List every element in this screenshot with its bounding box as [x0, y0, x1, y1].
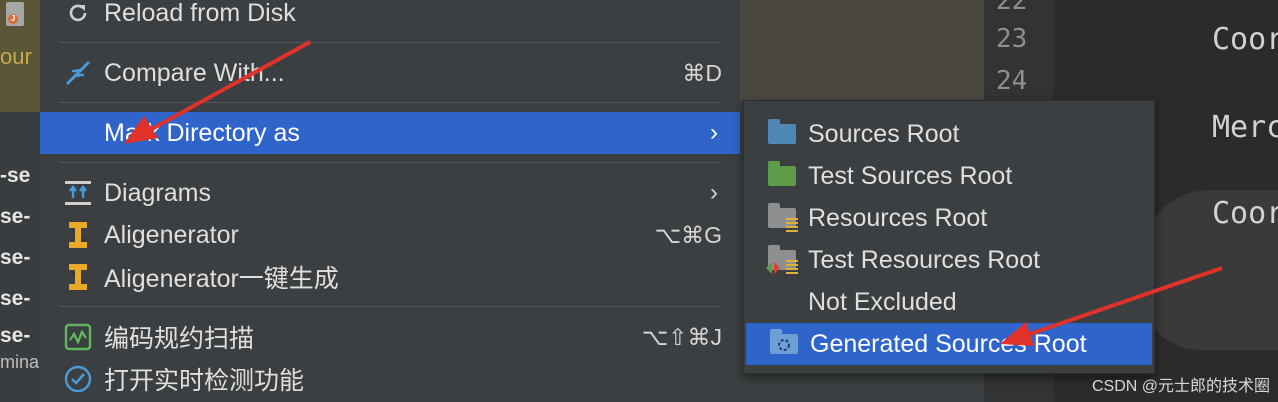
red-arrow-icon	[1000, 266, 1223, 346]
red-arrow-icon	[124, 40, 311, 144]
watermark: CSDN @元士郎的技术圈	[1091, 378, 1270, 395]
annotation-overlay	[124, 40, 1223, 346]
